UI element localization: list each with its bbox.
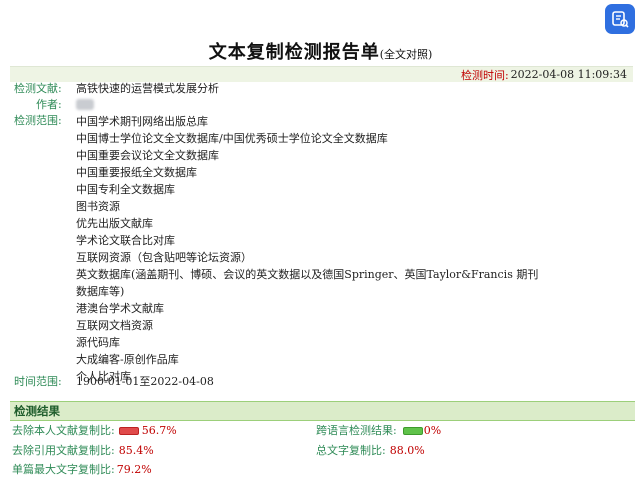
cross-lang-label: 跨语言检测结果: [316,424,397,437]
scope-item: 中国学术期刊网络出版总库 [76,115,208,128]
detection-time-bar: 检测时间: 2022-04-08 11:09:34 [10,66,633,82]
scope-item: 图书资源 [76,200,120,213]
max-single-value: 79.2% [116,463,152,476]
scope-item: 港澳台学术文献库 [76,302,164,315]
document-label: 检测文献: [14,82,62,95]
cross-lang-bar [402,427,423,435]
report-title: 文本复制检测报告单(全文对照) [0,38,641,64]
scope-item: 优先出版文献库 [76,217,153,230]
exclude-self-cell: 去除本人文献复制比: 56.7% [12,423,177,439]
total-label: 总文字复制比: [316,444,386,457]
period-row: 时间范围: 1900-01-01至2022-04-08 [14,374,214,390]
scope-list: 中国学术期刊网络出版总库 中国博士学位论文全文数据库/中国优秀硕士学位论文全文数… [76,113,546,385]
exclude-self-label: 去除本人文献复制比: [12,424,115,437]
exclude-self-bar [118,427,139,435]
scope-item: 学术论文联合比对库 [76,234,175,247]
scope-item: 中国博士学位论文全文数据库/中国优秀硕士学位论文全文数据库 [76,132,388,145]
app-icon[interactable] [605,4,635,34]
document-row: 检测文献: 高铁快速的运营模式发展分析 [14,81,219,97]
exclude-cite-value: 85.4% [118,444,154,457]
scope-item: 互联网资源（包含贴吧等论坛资源） [76,251,252,264]
cross-lang-cell: 跨语言检测结果: 0% [316,423,441,439]
cross-lang-value: 0% [423,424,442,437]
total-value: 88.0% [389,444,425,457]
period-label: 时间范围: [14,375,62,388]
results-header: 检测结果 [10,401,635,421]
max-single-label: 单篇最大文字复制比: [12,463,115,476]
report-title-main: 文本复制检测报告单 [208,42,380,63]
scope-item: 英文数据库(涵盖期刊、博硕、会议的英文数据以及德国Springer、英国Tayl… [76,268,539,298]
author-label: 作者: [36,98,62,111]
document-title: 高铁快速的运营模式发展分析 [76,82,219,95]
exclude-cite-label: 去除引用文献复制比: [12,444,115,457]
scope-item: 源代码库 [76,336,120,349]
scope-item: 中国重要会议论文全文数据库 [76,149,219,162]
author-blurred [76,99,94,110]
max-single-cell: 单篇最大文字复制比: 79.2% [12,462,152,478]
exclude-self-value: 56.7% [141,424,177,437]
exclude-cite-cell: 去除引用文献复制比: 85.4% [12,443,154,459]
detection-time-label: 检测时间: [460,68,509,82]
scope-item: 中国专利全文数据库 [76,183,175,196]
period-value: 1900-01-01至2022-04-08 [76,375,214,388]
scope-item: 中国重要报纸全文数据库 [76,166,197,179]
scope-label: 检测范围: [14,114,62,127]
scope-item: 大成编客-原创作品库 [76,353,179,366]
scope-item: 互联网文档资源 [76,319,153,332]
total-cell: 总文字复制比: 88.0% [316,443,425,459]
detection-time-value: 2022-04-08 11:09:34 [510,68,627,81]
author-row: 作者: [14,97,94,113]
report-title-sub: (全文对照) [379,48,433,61]
scope-row: 检测范围: [14,113,76,129]
